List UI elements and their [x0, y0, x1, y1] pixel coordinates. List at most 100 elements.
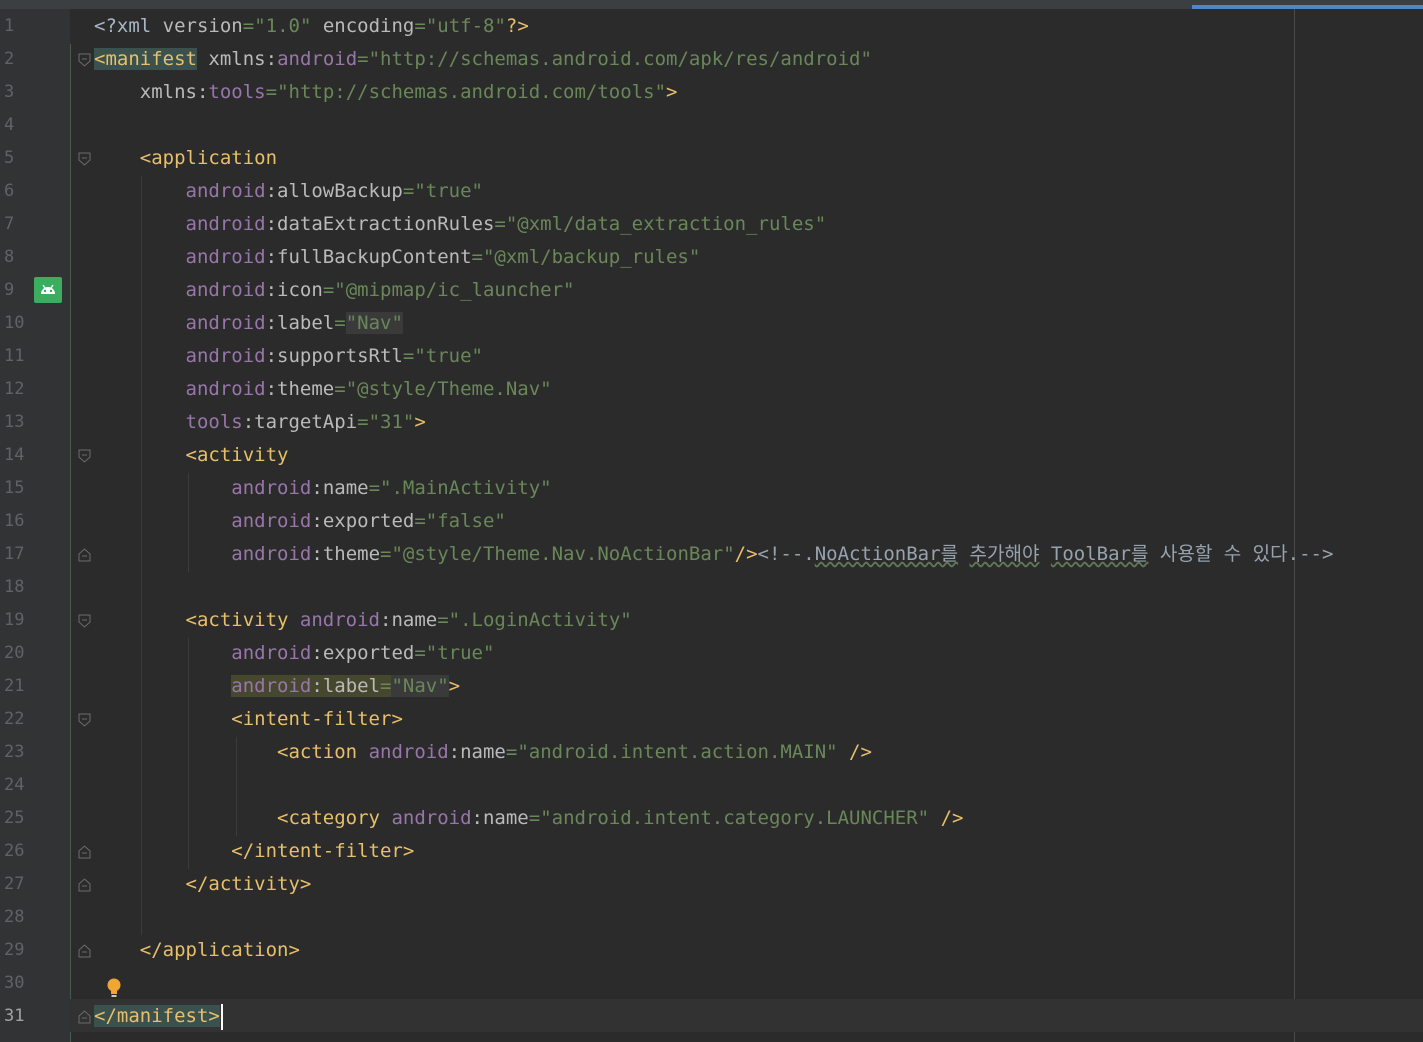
code-line[interactable]: 8 android:fullBackupContent="@xml/backup…	[0, 241, 1423, 274]
fold-open-icon[interactable]	[78, 614, 91, 628]
tag-end: </intent-filter>	[231, 840, 415, 862]
equals: =	[242, 15, 255, 37]
line-text[interactable]: android:dataExtractionRules="@xml/data_e…	[94, 208, 827, 241]
code-line[interactable]: 1 <?xml version="1.0" encoding="utf-8"?>	[0, 10, 1423, 43]
line-text[interactable]: </activity>	[94, 868, 312, 901]
tag-open: <manifest	[94, 48, 197, 70]
code-line[interactable]: 23 <action android:name="android.intent.…	[0, 736, 1423, 769]
code-line[interactable]: 26 </intent-filter>	[0, 835, 1423, 868]
line-text[interactable]: android:exported="false"	[94, 505, 506, 538]
attr-name: xmlns	[208, 48, 266, 70]
equals: =	[528, 807, 541, 829]
code-line[interactable]: 22 <intent-filter>	[0, 703, 1423, 736]
code-line[interactable]: 9 android:icon="@mipmap/ic_launcher"	[0, 274, 1423, 307]
line-number: 19	[4, 610, 25, 630]
line-number: 26	[4, 841, 25, 861]
code-line[interactable]: 27 </activity>	[0, 868, 1423, 901]
code-line[interactable]: 31 </manifest>	[0, 1000, 1423, 1033]
line-number: 28	[4, 907, 25, 927]
code-line[interactable]: 13 tools:targetApi="31">	[0, 406, 1423, 439]
line-text[interactable]: android:allowBackup="true"	[94, 175, 483, 208]
code-line[interactable]: 19 <activity android:name=".LoginActivit…	[0, 604, 1423, 637]
colon: :	[311, 510, 323, 532]
line-text[interactable]: android:label="Nav"	[94, 307, 403, 340]
line-text[interactable]: <?xml version="1.0" encoding="utf-8"?>	[94, 10, 529, 43]
code-line[interactable]: 24	[0, 769, 1423, 802]
line-text[interactable]: <action android:name="android.intent.act…	[94, 736, 872, 769]
text-caret	[220, 1003, 223, 1030]
line-text[interactable]: android:exported="true"	[94, 637, 494, 670]
line-number: 1	[4, 16, 15, 36]
line-text[interactable]: android:supportsRtl="true"	[94, 340, 483, 373]
code-line[interactable]: 12 android:theme="@style/Theme.Nav"	[0, 373, 1423, 406]
line-number: 9	[4, 280, 15, 300]
code-line[interactable]: 5 <application	[0, 142, 1423, 175]
line-text[interactable]: android:theme="@style/Theme.Nav.NoAction…	[94, 538, 1333, 571]
attr-name: name	[460, 741, 506, 763]
code-line[interactable]: 30	[0, 967, 1423, 1000]
line-text[interactable]: android:label="Nav">	[94, 670, 460, 703]
line-text[interactable]: <activity	[94, 439, 289, 472]
line-text[interactable]: tools:targetApi="31">	[94, 406, 426, 439]
code-line[interactable]: 3 xmlns:tools="http://schemas.android.co…	[0, 76, 1423, 109]
line-text[interactable]: <intent-filter>	[94, 703, 403, 736]
colon: :	[311, 543, 323, 565]
code-line[interactable]: 15 android:name=".MainActivity"	[0, 472, 1423, 505]
code-line[interactable]: 4	[0, 109, 1423, 142]
line-text[interactable]: android:icon="@mipmap/ic_launcher"	[94, 274, 575, 307]
matched-tag: </manifest>	[94, 1005, 220, 1027]
tag-open: <action	[277, 741, 358, 763]
fold-close-icon[interactable]	[78, 845, 91, 859]
line-text[interactable]: <manifest xmlns:android="http://schemas.…	[94, 43, 872, 76]
line-text[interactable]: android:theme="@style/Theme.Nav"	[94, 373, 552, 406]
attr-value: "android.intent.action.MAIN"	[517, 741, 838, 763]
code-line[interactable]: 25 <category android:name="android.inten…	[0, 802, 1423, 835]
line-text[interactable]: android:name=".MainActivity"	[94, 472, 551, 505]
code-line[interactable]: 18	[0, 571, 1423, 604]
attr-value: "@xml/backup_rules"	[482, 246, 701, 268]
line-text[interactable]: <application	[94, 142, 277, 175]
fold-open-icon[interactable]	[78, 713, 91, 727]
code-line[interactable]: 7 android:dataExtractionRules="@xml/data…	[0, 208, 1423, 241]
attr-name: targetApi	[254, 411, 358, 433]
code-line[interactable]: 2 <manifest xmlns:android="http://schema…	[0, 43, 1423, 76]
code-line[interactable]: 16 android:exported="false"	[0, 505, 1423, 538]
line-text[interactable]: <activity android:name=".LoginActivity"	[94, 604, 632, 637]
code-line[interactable]: 28	[0, 901, 1423, 934]
code-line[interactable]: 29 </application>	[0, 934, 1423, 967]
code-line[interactable]: 10 android:label="Nav"	[0, 307, 1423, 340]
fold-open-icon[interactable]	[78, 449, 91, 463]
tag-close: >	[414, 411, 426, 433]
fold-close-icon[interactable]	[78, 548, 91, 562]
line-text[interactable]: </application>	[94, 934, 300, 967]
line-text[interactable]: </intent-filter>	[94, 835, 414, 868]
namespace: android	[231, 642, 312, 664]
fold-open-icon[interactable]	[78, 53, 91, 67]
code-line[interactable]: 6 android:allowBackup="true"	[0, 175, 1423, 208]
fold-close-icon[interactable]	[78, 878, 91, 892]
colon: :	[380, 609, 392, 631]
code-line[interactable]: 17 android:theme="@style/Theme.Nav.NoAct…	[0, 538, 1423, 571]
fold-open-icon[interactable]	[78, 152, 91, 166]
equals: =	[357, 48, 369, 70]
code-line[interactable]: 21 android:label="Nav">	[0, 670, 1423, 703]
namespace: android	[231, 510, 312, 532]
warning-highlight[interactable]: android:label=	[231, 675, 392, 697]
attr-name: fullBackupContent	[277, 246, 472, 268]
attr-name: label	[277, 312, 335, 334]
line-text[interactable]: <category android:name="android.intent.c…	[94, 802, 963, 835]
code-line[interactable]: 11 android:supportsRtl="true"	[0, 340, 1423, 373]
active-tab-indicator[interactable]	[1192, 5, 1423, 9]
code-line[interactable]: 14 <activity	[0, 439, 1423, 472]
code-line[interactable]: 20 android:exported="true"	[0, 637, 1423, 670]
line-text[interactable]: xmlns:tools="http://schemas.android.com/…	[94, 76, 678, 109]
line-text[interactable]: android:fullBackupContent="@xml/backup_r…	[94, 241, 701, 274]
fold-close-icon[interactable]	[78, 944, 91, 958]
fold-close-icon[interactable]	[78, 1010, 91, 1024]
line-text[interactable]: </manifest>	[94, 1000, 223, 1033]
